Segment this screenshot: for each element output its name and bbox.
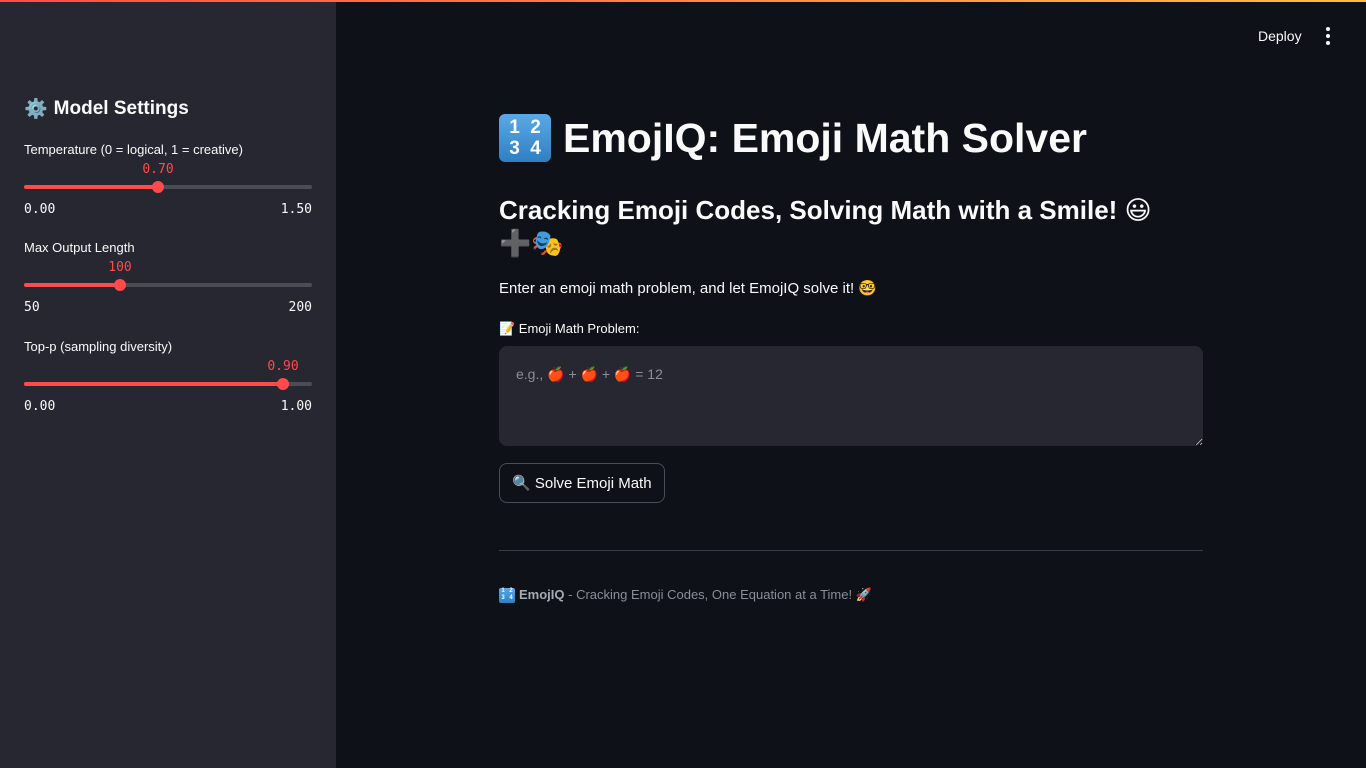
page-title: 1234 EmojIQ: Emoji Math Solver xyxy=(499,114,1087,162)
page-title-text: EmojIQ: Emoji Math Solver xyxy=(563,114,1087,161)
gear-icon: ⚙️ xyxy=(24,99,48,120)
max-length-min: 50 xyxy=(24,300,40,315)
top-p-fill xyxy=(24,382,283,386)
intro-text: Enter an emoji math problem, and let Emo… xyxy=(499,280,878,297)
solve-button[interactable]: 🔍 Solve Emoji Math xyxy=(499,463,665,503)
sidebar-title-text: Model Settings xyxy=(53,98,189,119)
top-p-thumb[interactable] xyxy=(277,378,289,390)
max-length-value: 100 xyxy=(108,260,132,275)
max-length-label: Max Output Length xyxy=(24,240,135,255)
temperature-value: 0.70 xyxy=(142,162,174,177)
max-length-thumb[interactable] xyxy=(114,279,126,291)
footer-brand: EmojIQ xyxy=(519,587,565,602)
max-length-fill xyxy=(24,283,120,287)
more-vertical-icon[interactable] xyxy=(1318,24,1338,48)
top-p-slider: Top-p (sampling diversity) 0.90 0.00 1.0… xyxy=(24,339,312,419)
temperature-track[interactable] xyxy=(24,181,312,193)
temperature-min: 0.00 xyxy=(24,202,56,217)
top-p-min: 0.00 xyxy=(24,399,56,414)
page-subtitle: Cracking Emoji Codes, Solving Math with … xyxy=(499,195,1152,258)
top-p-track[interactable] xyxy=(24,378,312,390)
max-length-slider: Max Output Length 100 50 200 xyxy=(24,240,312,320)
sidebar-title: ⚙️ Model Settings xyxy=(24,97,189,121)
max-length-max: 200 xyxy=(288,300,312,315)
max-length-track[interactable] xyxy=(24,279,312,291)
numbers-1234-icon: 1234 xyxy=(499,587,515,603)
footer-text: - Cracking Emoji Codes, One Equation at … xyxy=(564,587,872,602)
footer: 1234 EmojIQ - Cracking Emoji Codes, One … xyxy=(499,587,872,603)
temperature-thumb[interactable] xyxy=(152,181,164,193)
divider xyxy=(499,550,1203,551)
temperature-slider: Temperature (0 = logical, 1 = creative) … xyxy=(24,142,312,222)
top-p-value: 0.90 xyxy=(267,359,299,374)
problem-field-label: 📝 Emoji Math Problem: xyxy=(499,321,640,336)
top-p-max: 1.00 xyxy=(280,399,312,414)
temperature-fill xyxy=(24,185,158,189)
deploy-button[interactable]: Deploy xyxy=(1252,26,1308,46)
sidebar: ⚙️ Model Settings Temperature (0 = logic… xyxy=(0,2,336,768)
temperature-max: 1.50 xyxy=(280,202,312,217)
top-p-label: Top-p (sampling diversity) xyxy=(24,339,173,354)
numbers-1234-icon: 1234 xyxy=(499,114,551,162)
problem-textarea[interactable] xyxy=(499,346,1203,446)
temperature-label: Temperature (0 = logical, 1 = creative) xyxy=(24,142,243,157)
